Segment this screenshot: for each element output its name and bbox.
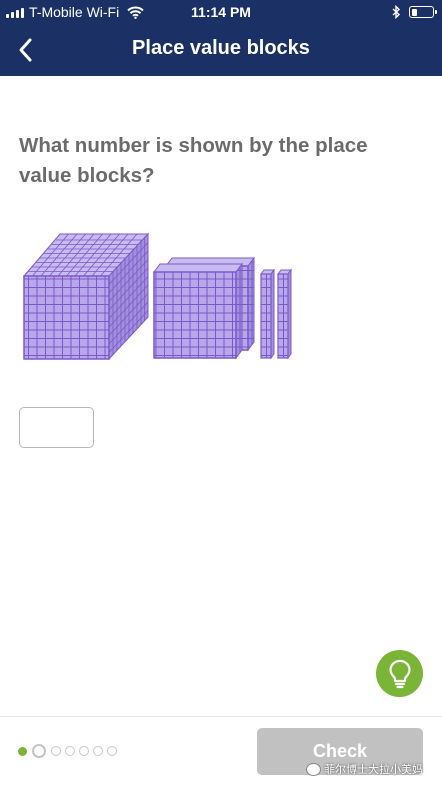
battery-icon xyxy=(409,6,437,18)
hundred-flat xyxy=(153,262,243,360)
question-text: What number is shown by the place value … xyxy=(19,134,368,187)
footer-divider xyxy=(0,716,442,717)
progress-dot xyxy=(79,746,89,756)
status-bar: T-Mobile Wi-Fi 11:14 PM xyxy=(0,0,442,24)
ten-rod xyxy=(277,268,292,360)
progress-dot-current xyxy=(32,744,46,758)
progress-dot xyxy=(51,746,61,756)
place-value-blocks xyxy=(22,232,292,361)
lightbulb-icon xyxy=(388,659,411,688)
answer-input[interactable] xyxy=(19,407,94,448)
thousand-cube xyxy=(22,232,150,361)
clock: 11:14 PM xyxy=(191,4,251,20)
watermark: 菲尔博士大拉小美妈 xyxy=(306,761,423,777)
wechat-icon xyxy=(306,762,321,776)
nav-bar: Place value blocks xyxy=(0,24,442,76)
page-title: Place value blocks xyxy=(132,37,310,59)
progress-dot xyxy=(65,746,75,756)
progress-dot-completed xyxy=(18,746,27,756)
ten-rod xyxy=(260,268,275,360)
hint-button[interactable] xyxy=(376,650,423,697)
progress-indicator xyxy=(18,744,121,758)
progress-dot xyxy=(107,746,117,756)
progress-dot xyxy=(93,746,103,756)
bluetooth-icon xyxy=(392,5,401,19)
watermark-text: 菲尔博士大拉小美妈 xyxy=(324,764,423,776)
